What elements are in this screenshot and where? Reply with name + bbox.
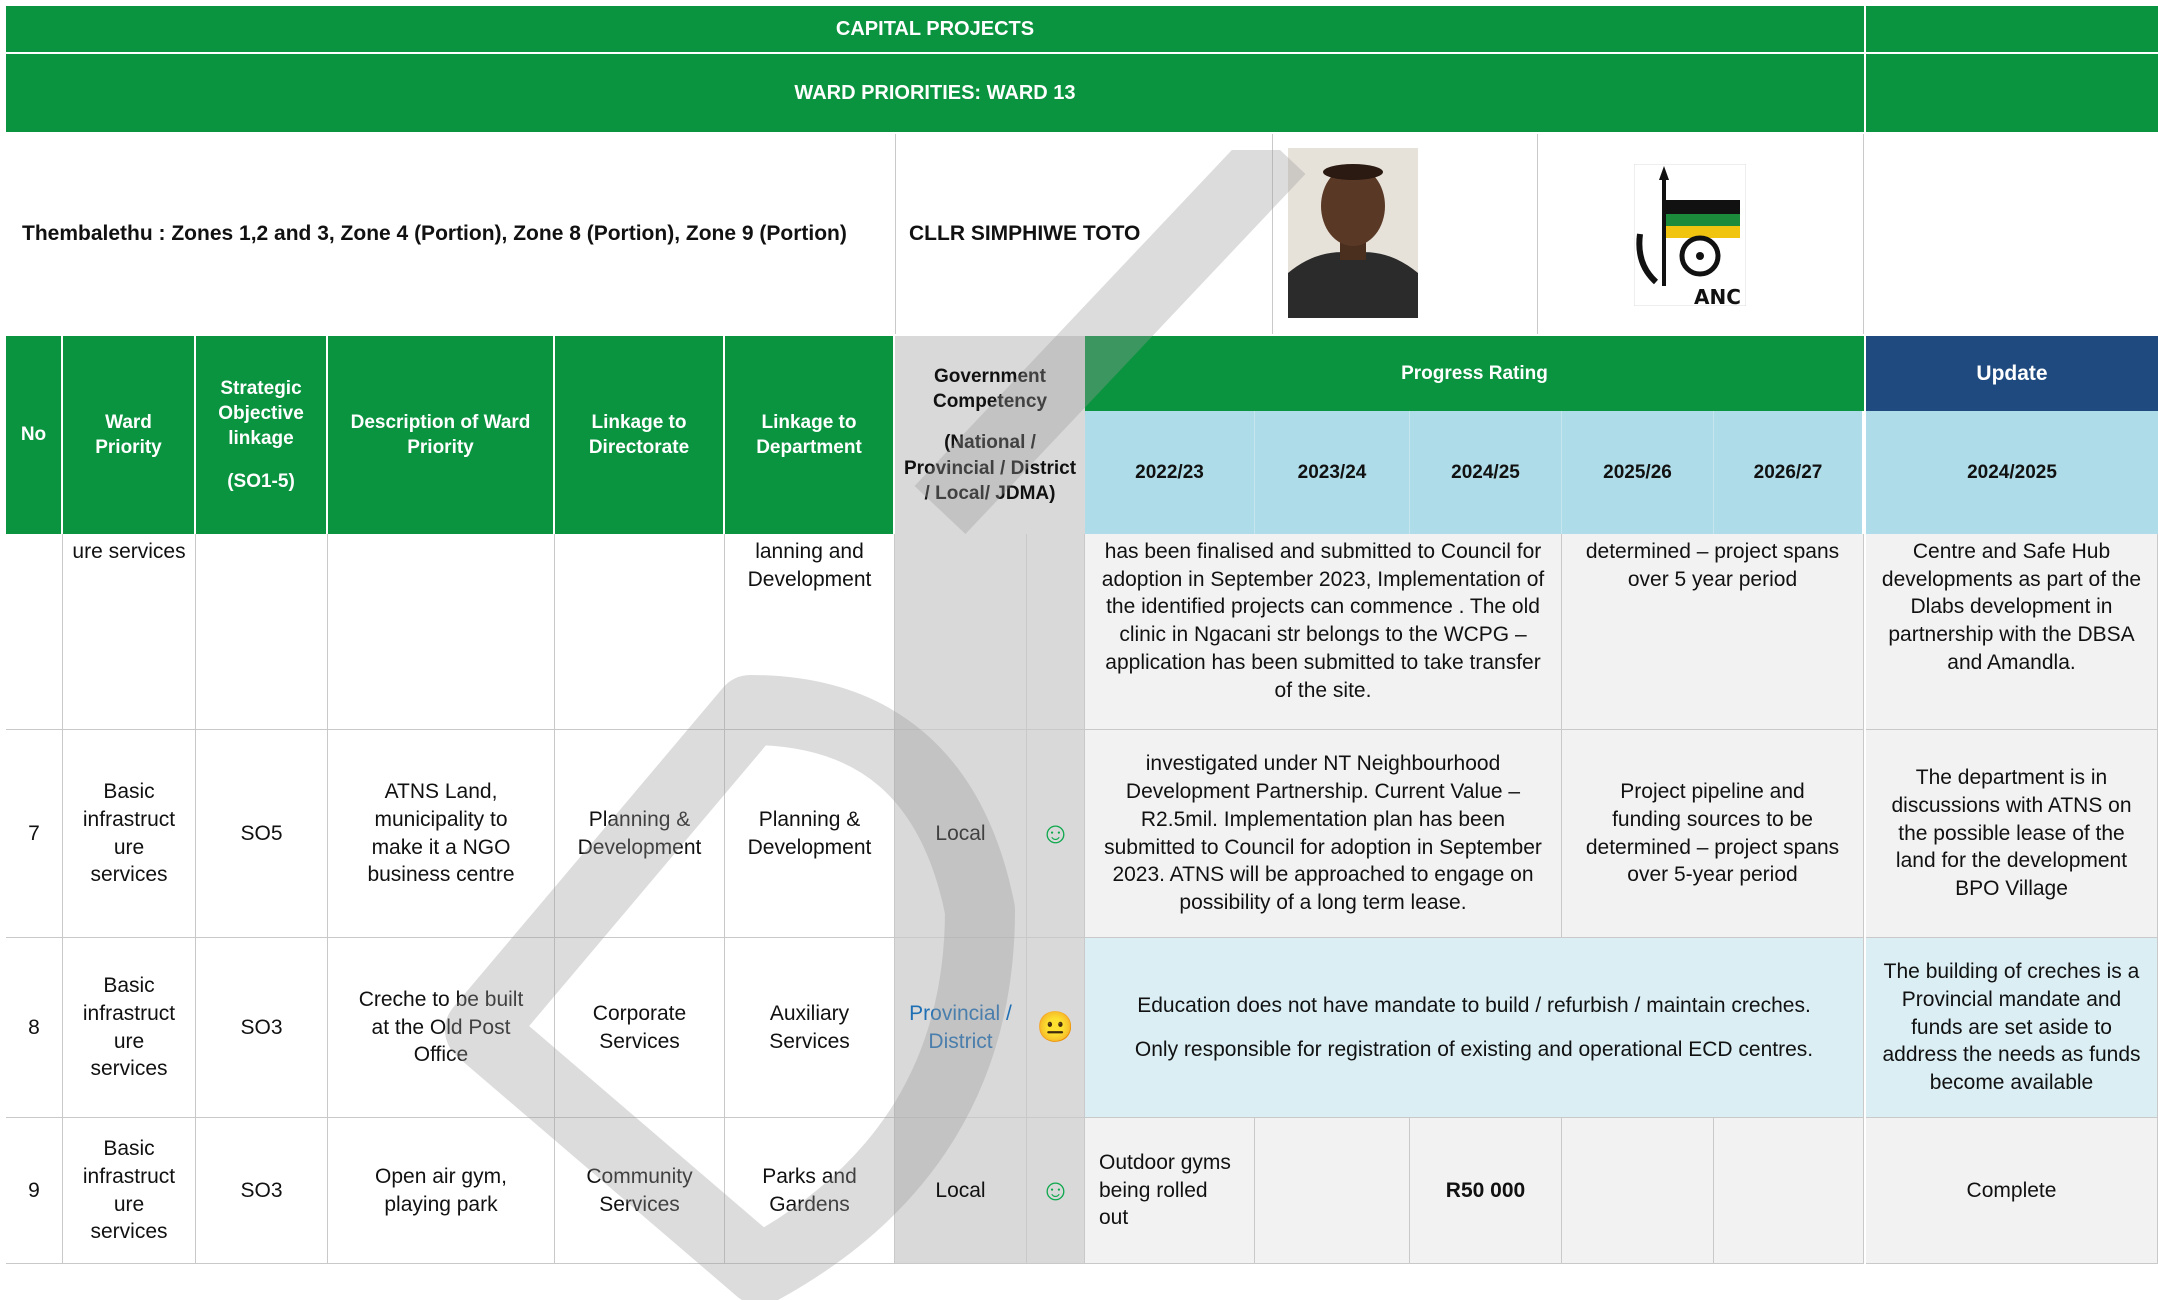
competency-label: Government Competency (932, 366, 1048, 413)
row9-2025-26 (1562, 1118, 1714, 1264)
smiley-icon: ☺ (1040, 816, 1071, 850)
row8-progress-line2: Only responsible for registration of exi… (1134, 1037, 1814, 1061)
row7-no: 7 (6, 730, 63, 938)
row7-description: ATNS Land, municipality to make it a NGO… (328, 730, 555, 938)
neutral-face-icon: 😐 (1036, 1010, 1075, 1044)
row9-so: SO3 (196, 1118, 328, 1264)
year-2024-25: 2024/25 (1410, 411, 1562, 534)
row8-directorate: Corporate Services (555, 938, 725, 1118)
col-header-directorate: Linkage to Directorate (555, 336, 725, 534)
row9-rating: ☺ (1027, 1118, 1085, 1264)
col-header-strategic: Strategic Objective linkage (SO1-5) (196, 336, 328, 534)
strategic-label: Strategic Objective linkage (218, 377, 304, 449)
row9-2024-25: R50 000 (1410, 1118, 1562, 1264)
ward-info-empty (1865, 134, 2158, 334)
councillor-photo (1288, 148, 1418, 318)
year-2026-27: 2026/27 (1714, 411, 1864, 534)
row7-future: Project pipeline and funding sources to … (1562, 730, 1864, 938)
row7-so: SO5 (196, 730, 328, 938)
title-ward-priorities-ext (1866, 54, 2158, 132)
row7-progress: investigated under NT Neighbourhood Deve… (1085, 730, 1562, 938)
row7-rating: ☺ (1027, 730, 1085, 938)
party-logo-cell: ANC (1539, 134, 1864, 334)
row6-department: lanning and Development (725, 534, 895, 730)
anc-logo-text: ANC (1694, 285, 1741, 309)
row6-future: determined – project spans over 5 year p… (1562, 534, 1864, 730)
row9-department: Parks and Gardens (725, 1118, 895, 1264)
title-capital-projects: CAPITAL PROJECTS (6, 6, 1864, 52)
row9-2023-24 (1255, 1118, 1410, 1264)
row6-directorate (555, 534, 725, 730)
row9-competency: Local (895, 1118, 1027, 1264)
row8-competency: Provincial / District (895, 938, 1027, 1118)
col-header-department: Linkage to Department (725, 336, 895, 534)
col-header-progress-rating: Progress Rating (1085, 336, 1864, 411)
col-header-no: No (6, 336, 63, 534)
row8-so: SO3 (196, 938, 328, 1118)
row6-rating (1027, 534, 1085, 730)
councillor-name: CLLR SIMPHIWE TOTO (897, 134, 1273, 334)
row6-no (6, 534, 63, 730)
row6-priority: ure services (63, 534, 196, 730)
row8-description: Creche to be built at the Old Post Offic… (328, 938, 555, 1118)
row7-department: Planning & Development (725, 730, 895, 938)
col-header-ward-priority: Ward Priority (63, 336, 196, 534)
row6-so (196, 534, 328, 730)
row8-department: Auxiliary Services (725, 938, 895, 1118)
row9-2022-23: Outdoor gyms being rolled out (1085, 1118, 1255, 1264)
row6-progress: has been finalised and submitted to Coun… (1085, 534, 1562, 730)
row8-priority: Basic infrastruct ure services (63, 938, 196, 1118)
row7-update: The department is in discussions with AT… (1866, 730, 2158, 938)
row8-update: The building of creches is a Provincial … (1866, 938, 2158, 1118)
row9-description: Open air gym, playing park (328, 1118, 555, 1264)
strategic-range: (SO1-5) (227, 471, 295, 493)
row9-priority: Basic infrastruct ure services (63, 1118, 196, 1264)
title-capital-projects-ext (1866, 6, 2158, 52)
ward-area: Thembalethu : Zones 1,2 and 3, Zone 4 (P… (6, 134, 896, 334)
row6-competency (895, 534, 1027, 730)
row6-update: Centre and Safe Hub developments as part… (1866, 534, 2158, 730)
year-2025-26: 2025/26 (1562, 411, 1714, 534)
smiley-icon: ☺ (1040, 1173, 1071, 1207)
year-2022-23: 2022/23 (1085, 411, 1255, 534)
row9-2026-27 (1714, 1118, 1864, 1264)
col-header-description: Description of Ward Priority (328, 336, 555, 534)
col-header-competency: Government Competency (National / Provin… (895, 336, 1085, 534)
row7-competency: Local (895, 730, 1027, 938)
year-update-2024-2025: 2024/2025 (1866, 411, 2158, 534)
row9-directorate: Community Services (555, 1118, 725, 1264)
competency-options: (National / Provincial / District / Loca… (903, 432, 1077, 504)
row9-update: Complete (1866, 1118, 2158, 1264)
row7-directorate: Planning & Development (555, 730, 725, 938)
title-ward-priorities: WARD PRIORITIES: WARD 13 (6, 54, 1864, 132)
row9-no: 9 (6, 1118, 63, 1264)
row6-description (328, 534, 555, 730)
row8-progress-line1: Education does not have mandate to build… (1137, 993, 1811, 1017)
year-2023-24: 2023/24 (1255, 411, 1410, 534)
row7-priority: Basic infrastruct ure services (63, 730, 196, 938)
row8-progress: Education does not have mandate to build… (1085, 938, 1864, 1118)
row8-rating: 😐 (1027, 938, 1085, 1118)
col-header-update: Update (1866, 336, 2158, 411)
councillor-photo-cell (1274, 134, 1538, 334)
row8-no: 8 (6, 938, 63, 1118)
